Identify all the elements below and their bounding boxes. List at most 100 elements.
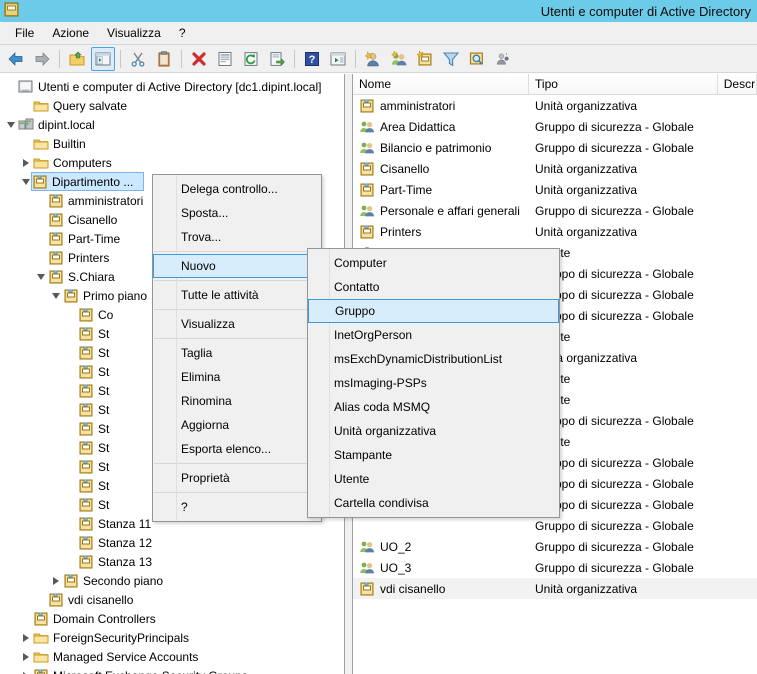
tree-item-content[interactable]: St <box>78 326 113 342</box>
context-menu-item[interactable]: Rinomina <box>153 389 321 413</box>
column-header-descrizione[interactable]: Descr <box>717 74 757 94</box>
tree-item-content[interactable]: St <box>78 345 113 361</box>
table-row[interactable]: UO_3 Gruppo di sicurezza - Globale <box>353 557 757 578</box>
tree-item-content[interactable]: Builtin <box>33 136 90 152</box>
tree-expander-expanded-icon[interactable] <box>4 115 18 134</box>
table-row[interactable]: Cisanello Unità organizzativa <box>353 158 757 179</box>
new-ou-icon[interactable] <box>413 47 437 71</box>
menu-file[interactable]: File <box>6 23 43 43</box>
tree-item-content[interactable]: St <box>78 402 113 418</box>
properties-icon[interactable] <box>213 47 237 71</box>
submenu-item[interactable]: Alias coda MSMQ <box>308 395 559 419</box>
help-icon[interactable]: ? <box>300 47 324 71</box>
menu-help[interactable]: ? <box>170 23 195 43</box>
tree-expander-collapsed-icon[interactable] <box>19 153 33 172</box>
tree-item-content[interactable]: Primo piano <box>63 288 151 304</box>
cut-icon[interactable] <box>126 47 150 71</box>
tree-item[interactable]: Query salvate <box>0 96 344 115</box>
tree-item[interactable]: Secondo piano <box>0 571 344 590</box>
show-hide-tree-icon[interactable] <box>91 46 115 71</box>
context-menu-item[interactable]: Sposta... <box>153 201 321 225</box>
tree-expander-collapsed-icon[interactable] <box>19 666 33 674</box>
context-menu-item[interactable]: ? <box>153 495 321 519</box>
tree-expander-expanded-icon[interactable] <box>49 286 63 305</box>
tree-item[interactable]: Stanza 13 <box>0 552 344 571</box>
context-menu-item[interactable]: Delega controllo... <box>153 177 321 201</box>
table-row[interactable]: Gruppo di sicurezza - Globale <box>353 515 757 536</box>
export-list-icon[interactable] <box>265 47 289 71</box>
submenu-item[interactable]: msImaging-PSPs <box>308 371 559 395</box>
tree-item-content[interactable]: S.Chiara <box>48 269 119 285</box>
menu-visualizza[interactable]: Visualizza <box>98 23 170 43</box>
tree-item-content[interactable]: Computers <box>33 155 116 171</box>
submenu-item[interactable]: Computer <box>308 251 559 275</box>
tree-item[interactable]: Stanza 12 <box>0 533 344 552</box>
table-row[interactable]: vdi cisanello Unità organizzativa <box>353 578 757 599</box>
context-menu-item[interactable]: Nuovo <box>153 254 321 278</box>
tree-item-content[interactable]: Stanza 13 <box>78 554 156 570</box>
forward-icon[interactable] <box>30 47 54 71</box>
submenu-item[interactable]: InetOrgPerson <box>308 323 559 347</box>
filter-icon[interactable] <box>439 47 463 71</box>
show-console-tree-icon[interactable] <box>326 47 350 71</box>
tree-item[interactable]: ForeignSecurityPrincipals <box>0 628 344 647</box>
up-one-level-icon[interactable] <box>65 47 89 71</box>
table-row[interactable]: Area Didattica Gruppo di sicurezza - Glob… <box>353 116 757 137</box>
context-menu-item[interactable]: Tutte le attività <box>153 283 321 307</box>
saved-query-icon[interactable] <box>491 47 515 71</box>
tree-item-content[interactable]: Managed Service Accounts <box>33 649 202 665</box>
submenu-item[interactable]: Unità organizzativa <box>308 419 559 443</box>
new-user-icon[interactable] <box>361 47 385 71</box>
delete-icon[interactable] <box>187 47 211 71</box>
back-icon[interactable] <box>4 47 28 71</box>
tree-item-content[interactable]: St <box>78 440 113 456</box>
find-icon[interactable] <box>465 47 489 71</box>
tree-item-content[interactable]: Part-Time <box>48 231 124 247</box>
tree-item-content[interactable]: ForeignSecurityPrincipals <box>33 630 193 646</box>
context-menu-item[interactable]: Visualizza <box>153 312 321 336</box>
submenu-item[interactable]: Contatto <box>308 275 559 299</box>
context-menu-item[interactable]: Aggiorna <box>153 413 321 437</box>
tree-item-content[interactable]: St <box>78 421 113 437</box>
tree-item-content[interactable]: Cisanello <box>48 212 121 228</box>
tree-item-content[interactable]: St <box>78 383 113 399</box>
tree-item[interactable]: Computers <box>0 153 344 172</box>
menu-azione[interactable]: Azione <box>43 23 98 43</box>
context-menu-item[interactable]: Proprietà <box>153 466 321 490</box>
context-menu-item[interactable]: Trova... <box>153 225 321 249</box>
submenu-item[interactable]: msExchDynamicDistributionList <box>308 347 559 371</box>
tree-item[interactable]: Microsoft Exchange Security Groups <box>0 666 344 674</box>
tree-item-content[interactable]: Stanza 12 <box>78 535 156 551</box>
context-menu-item[interactable]: Taglia <box>153 341 321 365</box>
table-row[interactable]: Bilancio e patrimonio Gruppo di sicurezza… <box>353 137 757 158</box>
tree-item-content[interactable]: Printers <box>48 250 113 266</box>
table-row[interactable]: Printers Unità organizzativa <box>353 221 757 242</box>
tree-item-selected[interactable]: Dipartimento ... <box>31 172 145 191</box>
tree-item[interactable]: dipint.local <box>0 115 344 134</box>
tree-item[interactable]: Managed Service Accounts <box>0 647 344 666</box>
tree-item[interactable]: Domain Controllers <box>0 609 344 628</box>
paste-icon[interactable] <box>152 47 176 71</box>
tree-item-content[interactable]: Query salvate <box>33 98 131 114</box>
table-row[interactable]: Personale e affari generali Gruppo di sic… <box>353 200 757 221</box>
tree-item-content[interactable]: Utenti e computer di Active Directory [d… <box>18 79 325 95</box>
submenu-item[interactable]: Utente <box>308 467 559 491</box>
column-header-tipo[interactable]: Tipo <box>529 74 718 94</box>
context-menu-item[interactable]: Esporta elenco... <box>153 437 321 461</box>
submenu-item[interactable]: Gruppo <box>308 299 559 323</box>
table-row[interactable]: UO_2 Gruppo di sicurezza - Globale <box>353 536 757 557</box>
tree-item-content[interactable]: vdi cisanello <box>48 592 137 608</box>
tree-item-content[interactable]: Secondo piano <box>63 573 167 589</box>
tree-item-content[interactable]: Stanza 11 <box>78 516 155 532</box>
tree-item-content[interactable]: amministratori <box>48 193 147 209</box>
tree-item-content[interactable]: St <box>78 459 113 475</box>
tree-item-content[interactable]: St <box>78 497 113 513</box>
context-menu-item[interactable]: Elimina <box>153 365 321 389</box>
tree-item-content[interactable]: Co <box>78 307 117 323</box>
tree-item-content[interactable]: Microsoft Exchange Security Groups <box>33 668 252 674</box>
submenu-item[interactable]: Stampante <box>308 443 559 467</box>
tree-expander-collapsed-icon[interactable] <box>19 628 33 647</box>
tree-item[interactable]: Builtin <box>0 134 344 153</box>
tree-item[interactable]: vdi cisanello <box>0 590 344 609</box>
tree-expander-collapsed-icon[interactable] <box>19 647 33 666</box>
